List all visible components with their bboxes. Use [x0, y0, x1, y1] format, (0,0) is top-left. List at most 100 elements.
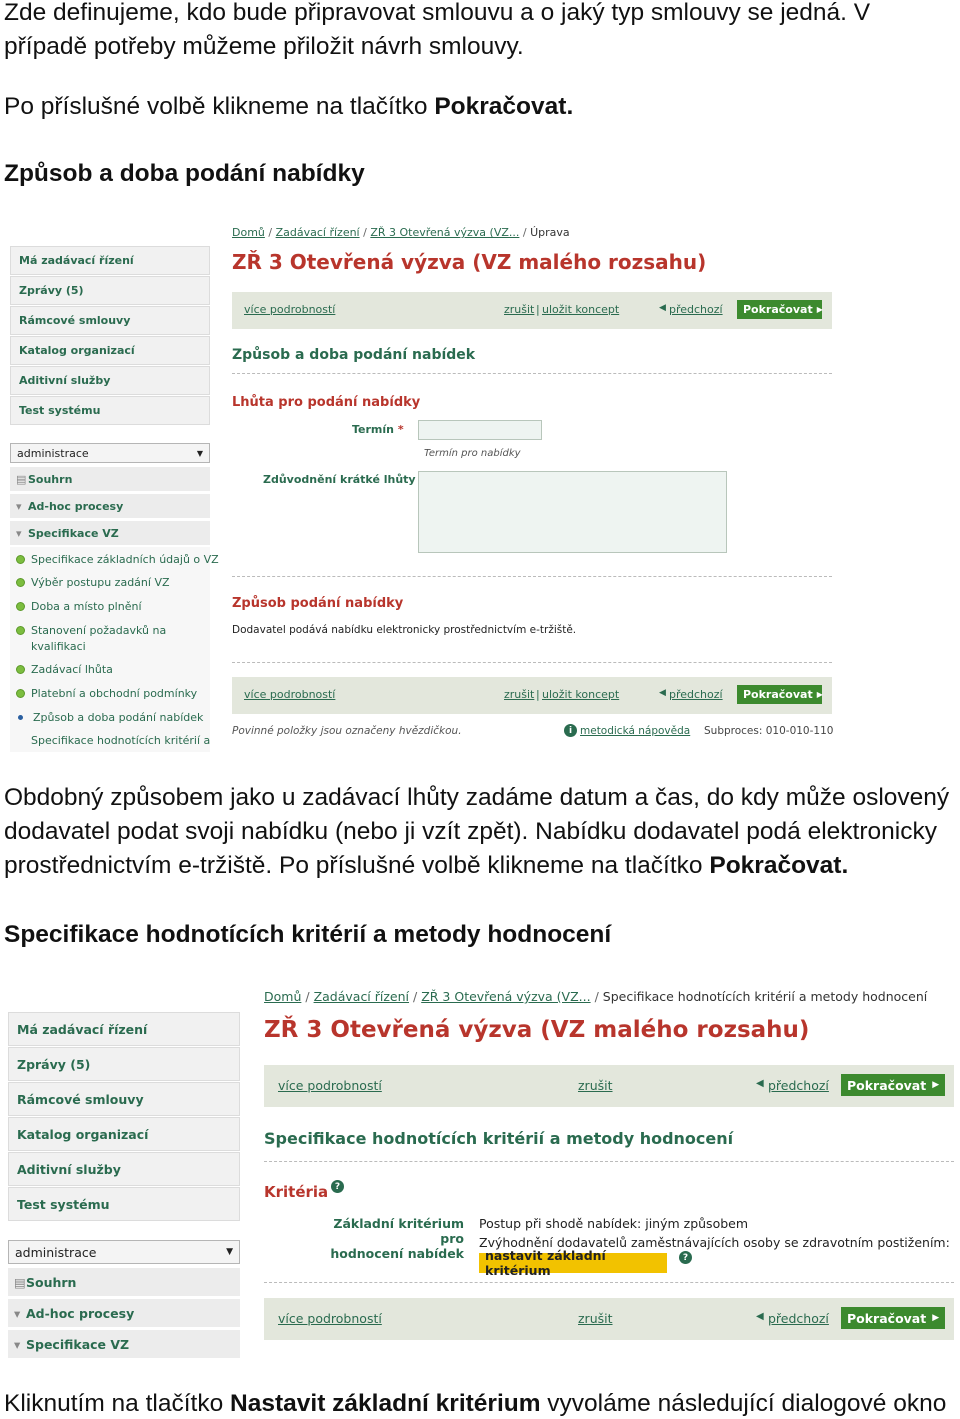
- sidebar-item-system-test[interactable]: Test systému: [10, 396, 210, 425]
- term-hint: Termín pro nabídky: [424, 448, 521, 459]
- term-input[interactable]: [418, 420, 542, 440]
- sidebar-group-specification[interactable]: ▾ Specifikace VZ: [8, 1330, 240, 1358]
- chevron-right-icon: ▶: [932, 1080, 940, 1090]
- help-link[interactable]: metodická nápověda: [580, 725, 690, 737]
- cancel-link[interactable]: zrušit: [578, 1311, 613, 1326]
- info-icon: i: [564, 724, 577, 737]
- action-bar-top: více podrobností zrušit ◀ předchozí Pokr…: [264, 1065, 954, 1107]
- step-qualification-line2: kvalifikaci: [31, 640, 86, 653]
- sidebar-item-organization-catalog[interactable]: Katalog organizací: [8, 1117, 240, 1151]
- check-icon: [16, 602, 25, 611]
- page-title: ZŘ 3 Otevřená výzva (VZ malého rozsahu): [264, 1017, 810, 1043]
- step-basic-data[interactable]: Specifikace základních údajů o VZ: [16, 553, 219, 566]
- sidebar-item-additive-services[interactable]: Aditivní služby: [8, 1152, 240, 1186]
- required-note: Povinné položky jsou označeny hvězdičkou…: [232, 725, 462, 737]
- divider: [232, 373, 832, 374]
- sidebar-group-summary[interactable]: ▤ Souhrn: [8, 1268, 240, 1296]
- cancel-link[interactable]: zrušit: [504, 303, 534, 316]
- step-payment[interactable]: Platební a obchodní podmínky: [16, 687, 197, 700]
- set-basic-criterion-button[interactable]: nastavit základní kritérium: [479, 1248, 667, 1278]
- cancel-link[interactable]: zrušit: [504, 688, 534, 701]
- step-qualification[interactable]: Stanovení požadavků na: [16, 624, 166, 637]
- step-deadline[interactable]: Zadávací lhůta: [16, 663, 113, 676]
- divider: [232, 576, 832, 577]
- continue-button[interactable]: Pokračovat ▶: [841, 1074, 945, 1096]
- reason-label: Zdůvodnění krátké lhůty: [263, 473, 416, 486]
- help-icon[interactable]: ?: [679, 1251, 692, 1264]
- sidebar-item-framework-contracts[interactable]: Rámcové smlouvy: [10, 306, 210, 335]
- previous-link[interactable]: předchozí: [669, 303, 723, 316]
- sidebar-item-my-procedures[interactable]: Má zadávací řízení: [8, 1012, 240, 1046]
- criteria-subsection-title: Kritéria: [264, 1183, 329, 1201]
- check-icon: [16, 626, 25, 635]
- sidebar-group-summary[interactable]: ▤ Souhrn: [10, 467, 210, 491]
- section-title: Specifikace hodnotících kritérií a metod…: [264, 1129, 734, 1148]
- term-label: Termín *: [352, 423, 404, 436]
- check-icon: [16, 689, 25, 698]
- sidebar-item-my-procedures[interactable]: Má zadávací řízení: [10, 246, 210, 275]
- more-details-link[interactable]: více podrobností: [244, 688, 335, 701]
- more-details-link[interactable]: více podrobností: [278, 1078, 382, 1093]
- step-time-place[interactable]: Doba a místo plnění: [16, 600, 142, 613]
- breadcrumb-procedure[interactable]: ZŘ 3 Otevřená výzva (VZ...: [370, 226, 519, 239]
- chevron-left-icon: ◀: [756, 1078, 764, 1089]
- list-icon: ▤: [14, 1274, 26, 1290]
- step-submission[interactable]: Způsob a doba podání nabídek: [16, 711, 203, 724]
- role-select[interactable]: administrace ▼: [8, 1240, 240, 1264]
- cancel-link[interactable]: zrušit: [578, 1078, 613, 1093]
- more-details-link[interactable]: více podrobností: [278, 1311, 382, 1326]
- sidebar-item-framework-contracts[interactable]: Rámcové smlouvy: [8, 1082, 240, 1116]
- breadcrumb-procedures[interactable]: Zadávací řízení: [276, 226, 360, 239]
- save-draft-link[interactable]: uložit koncept: [542, 303, 619, 316]
- sidebar-item-messages[interactable]: Zprávy (5): [10, 276, 210, 305]
- section-title: Způsob a doba podání nabídek: [232, 347, 476, 363]
- caret-down-icon: ▾: [16, 499, 22, 513]
- breadcrumb-home[interactable]: Domů: [232, 226, 265, 239]
- step-procedure-choice[interactable]: Výběr postupu zadání VZ: [16, 576, 170, 589]
- chevron-left-icon: ◀: [659, 303, 666, 313]
- continue-button[interactable]: Pokračovat ▶: [737, 300, 823, 319]
- role-select[interactable]: administrace ▼: [10, 443, 210, 463]
- screenshot-criteria-form: Má zadávací řízení Zprávy (5) Rámcové sm…: [8, 985, 958, 1360]
- deadline-paragraph: Obdobný způsobem jako u zadávací lhůty z…: [4, 784, 950, 879]
- step-criteria[interactable]: Specifikace hodnotících kritérií a: [31, 734, 210, 747]
- criterion-label: Základní kritérium pro hodnocení nabídek: [330, 1216, 464, 1261]
- reason-textarea[interactable]: [418, 471, 727, 553]
- check-icon: [16, 665, 25, 674]
- chevron-left-icon: ◀: [756, 1311, 764, 1322]
- breadcrumb-home[interactable]: Domů: [264, 989, 301, 1004]
- chevron-right-icon: ▶: [816, 305, 823, 314]
- previous-link[interactable]: předchozí: [768, 1078, 829, 1093]
- screenshot-submission-form: Má zadávací řízení Zprávy (5) Rámcové sm…: [10, 222, 835, 752]
- breadcrumb: Domů / Zadávací řízení / ZŘ 3 Otevřená v…: [232, 226, 570, 239]
- sidebar-item-organization-catalog[interactable]: Katalog organizací: [10, 336, 210, 365]
- previous-link[interactable]: předchozí: [669, 688, 723, 701]
- more-details-link[interactable]: více podrobností: [244, 303, 335, 316]
- breadcrumb-procedure[interactable]: ZŘ 3 Otevřená výzva (VZ...: [421, 989, 590, 1004]
- current-step-icon: [18, 715, 23, 720]
- heading-submission: Způsob a doba podání nabídky: [4, 160, 365, 187]
- deadline-subsection-title: Lhůta pro podání nabídky: [232, 395, 421, 410]
- save-draft-link[interactable]: uložit koncept: [542, 688, 619, 701]
- sidebar-group-adhoc[interactable]: ▾ Ad-hoc procesy: [8, 1299, 240, 1327]
- sidebar-item-system-test[interactable]: Test systému: [8, 1187, 240, 1221]
- sidebar-group-specification[interactable]: ▾ Specifikace VZ: [10, 521, 210, 545]
- list-icon: ▤: [16, 472, 27, 486]
- sidebar-group-adhoc[interactable]: ▾ Ad-hoc procesy: [10, 494, 210, 518]
- chevron-down-icon: ▼: [226, 1247, 233, 1257]
- action-bar-top: více podrobností zrušit | uložit koncept…: [232, 292, 832, 329]
- chevron-left-icon: ◀: [659, 688, 666, 698]
- sidebar-item-additive-services[interactable]: Aditivní služby: [10, 366, 210, 395]
- continue-button[interactable]: Pokračovat ▶: [841, 1307, 945, 1329]
- breadcrumb-procedures[interactable]: Zadávací řízení: [314, 989, 409, 1004]
- breadcrumb-current: Specifikace hodnotících kritérií a metod…: [602, 989, 928, 1004]
- closing-paragraph: Kliknutím na tlačítko Nastavit základní …: [4, 1390, 947, 1417]
- check-icon: [16, 578, 25, 587]
- action-bar-bottom: více podrobností zrušit ◀ předchozí Pokr…: [264, 1298, 954, 1340]
- continue-button[interactable]: Pokračovat ▶: [737, 685, 823, 704]
- help-icon[interactable]: ?: [331, 1180, 344, 1193]
- caret-down-icon: ▾: [16, 526, 22, 540]
- divider: [232, 662, 832, 663]
- previous-link[interactable]: předchozí: [768, 1311, 829, 1326]
- sidebar-item-messages[interactable]: Zprávy (5): [8, 1047, 240, 1081]
